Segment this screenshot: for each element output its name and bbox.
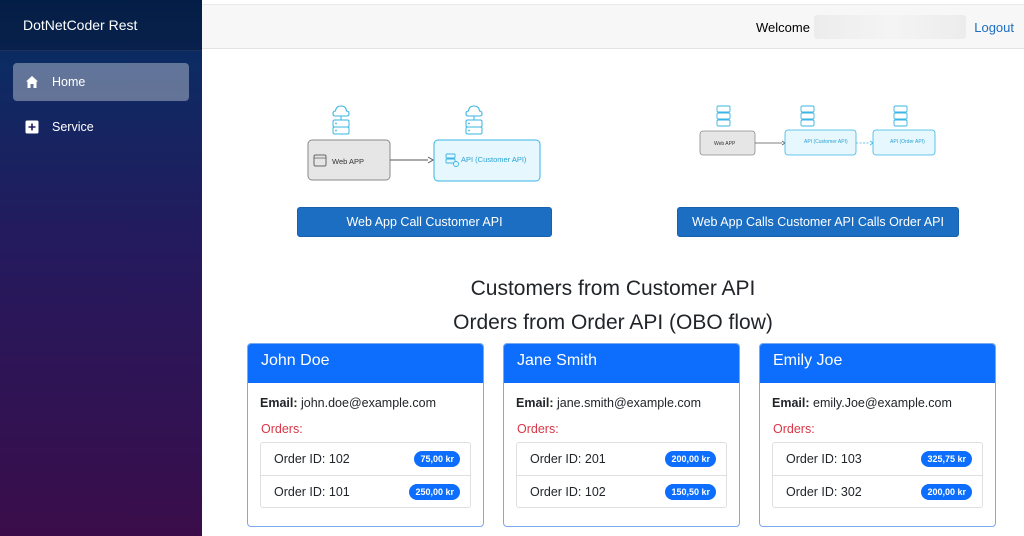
customer-name: Emily Joe bbox=[760, 344, 995, 383]
redacted-username bbox=[814, 15, 966, 39]
order-api-node-label: API (Order API) bbox=[890, 139, 925, 145]
web-app-calls-customer-order-api-button[interactable]: Web App Calls Customer API Calls Order A… bbox=[677, 207, 959, 237]
top-bar: Welcome Logout bbox=[202, 4, 1024, 49]
customers-heading: Customers from Customer API bbox=[470, 277, 756, 300]
orders-heading: Orders from Order API (OBO flow) bbox=[453, 311, 773, 334]
order-amount-badge: 200,00 kr bbox=[665, 451, 716, 467]
cloud-server-icon bbox=[465, 105, 483, 135]
order-id: Order ID: 103 bbox=[786, 452, 862, 466]
sidebar: DotNetCoder Rest Home Service bbox=[0, 0, 202, 536]
order-id: Order ID: 201 bbox=[530, 452, 606, 466]
email-value: john.doe@example.com bbox=[301, 396, 436, 410]
web-app-customer-order-api-diagram: Web APP API (Customer API) API (Order AP… bbox=[699, 105, 936, 156]
order-list: Order ID: 102 75,00 kr Order ID: 101 250,0… bbox=[260, 442, 471, 508]
home-icon bbox=[25, 75, 39, 89]
order-list: Order ID: 201 200,00 kr Order ID: 102 150,… bbox=[516, 442, 727, 508]
sidebar-item-label: Home bbox=[52, 75, 86, 89]
sidebar-item-label: Service bbox=[52, 120, 94, 134]
order-amount-badge: 200,00 kr bbox=[921, 483, 972, 500]
sidebar-item-home[interactable]: Home bbox=[13, 63, 189, 101]
email-label: Email: bbox=[260, 396, 298, 410]
email-value: emily.Joe@example.com bbox=[813, 396, 952, 410]
list-item: Order ID: 102 75,00 kr bbox=[261, 443, 470, 475]
server-icon bbox=[800, 105, 815, 127]
server-icon bbox=[893, 105, 908, 127]
order-amount-badge: 250,00 kr bbox=[409, 483, 460, 500]
order-id: Order ID: 102 bbox=[274, 452, 350, 466]
orders-label: Orders: bbox=[773, 422, 815, 436]
web-app-node-label: Web APP bbox=[714, 141, 736, 147]
logout-link[interactable]: Logout bbox=[974, 20, 1014, 35]
server-icon bbox=[716, 105, 731, 127]
customer-card: Emily Joe Email: emily.Joe@example.com O… bbox=[759, 343, 996, 527]
email-value: jane.smith@example.com bbox=[557, 396, 701, 410]
list-item: Order ID: 302 200,00 kr bbox=[773, 475, 982, 507]
customer-card: John Doe Email: john.doe@example.com Ord… bbox=[247, 343, 484, 527]
email-label: Email: bbox=[516, 396, 554, 410]
orders-label: Orders: bbox=[517, 422, 559, 436]
order-id: Order ID: 102 bbox=[530, 484, 606, 499]
order-amount-badge: 75,00 kr bbox=[414, 451, 460, 467]
customer-api-node-label: API (Customer API) bbox=[461, 155, 527, 164]
list-item: Order ID: 102 150,50 kr bbox=[517, 475, 726, 507]
email-label: Email: bbox=[772, 396, 810, 410]
plus-square-icon bbox=[25, 120, 39, 134]
list-item: Order ID: 101 250,00 kr bbox=[261, 475, 470, 507]
order-id: Order ID: 302 bbox=[786, 484, 862, 499]
customer-name: Jane Smith bbox=[504, 344, 739, 383]
order-list: Order ID: 103 325,75 kr Order ID: 302 200,… bbox=[772, 442, 983, 508]
orders-label: Orders: bbox=[261, 422, 303, 436]
customer-email: Email: john.doe@example.com bbox=[260, 396, 471, 410]
customer-api-node-label: API (Customer API) bbox=[804, 139, 848, 145]
web-app-customer-api-diagram: Web APP API (Customer API) bbox=[307, 105, 541, 182]
welcome-text: Welcome bbox=[756, 20, 810, 35]
order-amount-badge: 150,50 kr bbox=[665, 483, 716, 500]
web-app-node-label: Web APP bbox=[332, 157, 364, 166]
customer-email: Email: emily.Joe@example.com bbox=[772, 396, 983, 410]
order-id: Order ID: 101 bbox=[274, 484, 350, 499]
customer-name: John Doe bbox=[248, 344, 483, 383]
customer-card: Jane Smith Email: jane.smith@example.com… bbox=[503, 343, 740, 527]
list-item: Order ID: 201 200,00 kr bbox=[517, 443, 726, 475]
sidebar-item-service[interactable]: Service bbox=[13, 108, 189, 146]
list-item: Order ID: 103 325,75 kr bbox=[773, 443, 982, 475]
web-app-call-customer-api-button[interactable]: Web App Call Customer API bbox=[297, 207, 552, 237]
brand-title[interactable]: DotNetCoder Rest bbox=[0, 0, 202, 51]
cloud-server-icon bbox=[332, 105, 350, 135]
order-amount-badge: 325,75 kr bbox=[921, 451, 972, 467]
customer-email: Email: jane.smith@example.com bbox=[516, 396, 727, 410]
